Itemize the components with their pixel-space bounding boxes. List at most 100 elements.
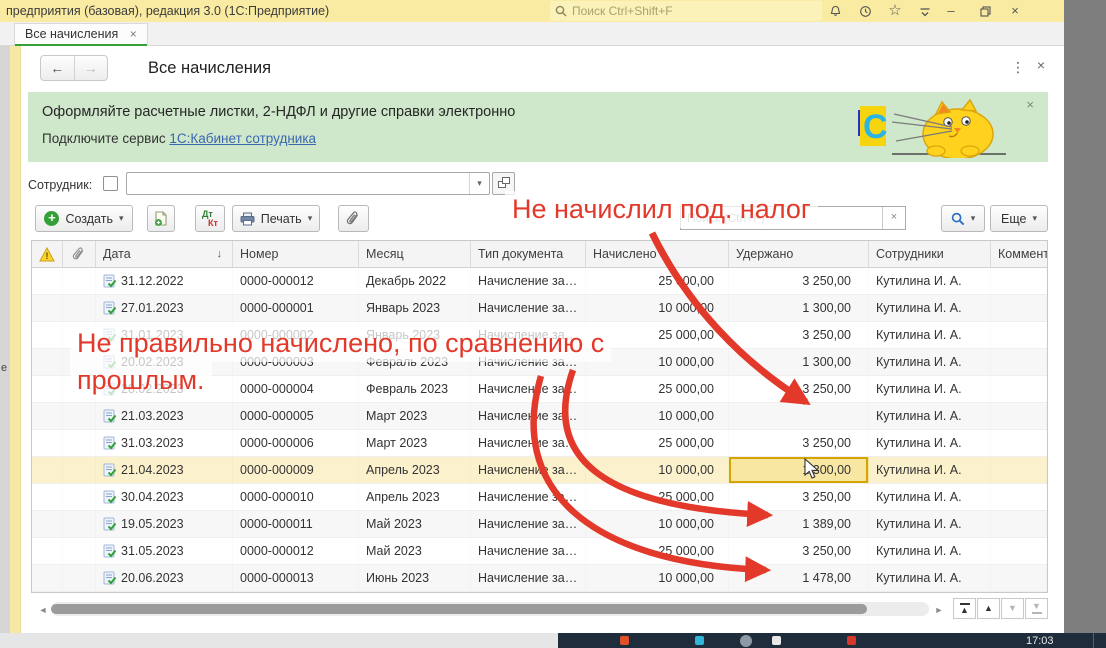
cell-month[interactable]: Февраль 2023 [359, 376, 471, 402]
cell-doc-type[interactable]: Начисление за… [471, 322, 586, 348]
hscroll-thumb[interactable] [51, 604, 867, 614]
cell-number[interactable]: 0000-000004 [233, 376, 359, 402]
cell-comment[interactable] [991, 484, 1047, 510]
cell-date[interactable]: 20.06.2023 [96, 565, 233, 591]
history-clock-icon[interactable] [852, 0, 878, 22]
table-row[interactable]: 20.02.20230000-000003Февраль 2023Начисле… [32, 349, 1047, 376]
cell-withheld[interactable]: 3 250,00 [729, 268, 869, 294]
cell-number[interactable]: 0000-000013 [233, 565, 359, 591]
cell-month[interactable]: Май 2023 [359, 538, 471, 564]
cell-doc-type[interactable]: Начисление за… [471, 511, 586, 537]
cell-month[interactable]: Январь 2023 [359, 322, 471, 348]
cell-employees[interactable]: Кутилина И. А. [869, 565, 991, 591]
clear-search-icon[interactable]: × [882, 207, 905, 229]
cell-employees[interactable]: Кутилина И. А. [869, 403, 991, 429]
table-row[interactable]: 28.02.20230000-000004Февраль 2023Начисле… [32, 376, 1047, 403]
cell-employees[interactable]: Кутилина И. А. [869, 484, 991, 510]
cell-withheld[interactable]: 3 250,00 [729, 376, 869, 402]
table-row[interactable]: 31.05.20230000-000012Май 2023Начисление … [32, 538, 1047, 565]
cell-date[interactable]: 21.03.2023 [96, 403, 233, 429]
cell-doc-type[interactable]: Начисление за… [471, 376, 586, 402]
go-first-button[interactable]: ▲ [953, 598, 976, 619]
header-date[interactable]: Дата↓ [96, 241, 233, 267]
header-number[interactable]: Номер [233, 241, 359, 267]
table-row[interactable]: 31.01.20230000-000002Январь 2023Начислен… [32, 322, 1047, 349]
minimize-icon[interactable]: – [938, 0, 964, 22]
employee-combobox[interactable]: ▾ [126, 172, 490, 195]
header-employees[interactable]: Сотрудники [869, 241, 991, 267]
cell-comment[interactable] [991, 268, 1047, 294]
hscroll-left-arrow[interactable]: ◄ [37, 603, 49, 617]
cell-employees[interactable]: Кутилина И. А. [869, 430, 991, 456]
table-row[interactable]: 27.01.20230000-000001Январь 2023Начислен… [32, 295, 1047, 322]
table-row[interactable]: 21.04.20230000-000009Апрель 2023Начислен… [32, 457, 1047, 484]
cell-doc-type[interactable]: Начисление за… [471, 484, 586, 510]
close-window-icon[interactable]: × [1002, 0, 1028, 22]
cell-number[interactable]: 0000-000001 [233, 295, 359, 321]
cell-accrued[interactable]: 25 000,00 [586, 538, 729, 564]
table-row[interactable]: 21.03.20230000-000005Март 2023Начисление… [32, 403, 1047, 430]
cell-date[interactable]: 30.04.2023 [96, 484, 233, 510]
tab-close-icon[interactable]: × [130, 27, 137, 41]
back-button[interactable]: ← [41, 56, 75, 80]
table-row[interactable]: 19.05.20230000-000011Май 2023Начисление … [32, 511, 1047, 538]
cell-month[interactable]: Июнь 2023 [359, 565, 471, 591]
cell-accrued[interactable]: 25 000,00 [586, 322, 729, 348]
cell-accrued[interactable]: 10 000,00 [586, 403, 729, 429]
cell-number[interactable]: 0000-000010 [233, 484, 359, 510]
more-button[interactable]: Еще ▾ [990, 205, 1048, 232]
table-row[interactable]: 31.03.20230000-000006Март 2023Начисление… [32, 430, 1047, 457]
cell-doc-type[interactable]: Начисление за… [471, 349, 586, 375]
cell-employees[interactable]: Кутилина И. А. [869, 457, 991, 483]
cell-doc-type[interactable]: Начисление за… [471, 457, 586, 483]
collapse-panel-icon[interactable] [912, 0, 938, 22]
cell-date[interactable]: 27.01.2023 [96, 295, 233, 321]
cell-comment[interactable] [991, 565, 1047, 591]
cell-employees[interactable]: Кутилина И. А. [869, 538, 991, 564]
cell-month[interactable]: Апрель 2023 [359, 457, 471, 483]
cell-comment[interactable] [991, 538, 1047, 564]
cell-employees[interactable]: Кутилина И. А. [869, 322, 991, 348]
combobox-dropdown-icon[interactable]: ▾ [469, 173, 489, 194]
cell-date[interactable]: 31.05.2023 [96, 538, 233, 564]
notifications-bell-icon[interactable] [822, 0, 848, 22]
taskbar-icon-3[interactable] [740, 635, 752, 647]
cell-month[interactable]: Апрель 2023 [359, 484, 471, 510]
taskbar-icon-1[interactable] [620, 636, 629, 645]
cell-accrued[interactable]: 10 000,00 [586, 565, 729, 591]
cell-number[interactable]: 0000-000003 [233, 349, 359, 375]
cell-withheld[interactable]: 1 300,00 [729, 349, 869, 375]
hscroll-track[interactable] [51, 602, 929, 616]
cell-month[interactable]: Май 2023 [359, 511, 471, 537]
cell-accrued[interactable]: 25 000,00 [586, 484, 729, 510]
list-search-input[interactable]: Поиск (Ctrl+F) × [680, 206, 906, 230]
cell-comment[interactable] [991, 430, 1047, 456]
cell-month[interactable]: Декабрь 2022 [359, 268, 471, 294]
cell-doc-type[interactable]: Начисление за… [471, 538, 586, 564]
cell-withheld[interactable]: 3 250,00 [729, 322, 869, 348]
cell-comment[interactable] [991, 403, 1047, 429]
go-last-button[interactable]: ▼ [1025, 598, 1048, 619]
cell-date[interactable]: 21.04.2023 [96, 457, 233, 483]
cell-date[interactable]: 28.02.2023 [96, 376, 233, 402]
print-button[interactable]: Печать ▾ [232, 205, 320, 232]
cell-withheld[interactable]: 1 389,00 [729, 511, 869, 537]
cell-accrued[interactable]: 25 000,00 [586, 376, 729, 402]
header-warning-icon[interactable]: ! [32, 241, 63, 267]
cell-accrued[interactable]: 10 000,00 [586, 511, 729, 537]
cell-comment[interactable] [991, 322, 1047, 348]
tab-vse-nachisleniya[interactable]: Все начисления × [14, 23, 148, 46]
banner-close-icon[interactable]: × [1026, 97, 1034, 112]
form-menu-kebab-icon[interactable]: ⋮ [1010, 56, 1026, 78]
cell-date[interactable]: 31.01.2023 [96, 322, 233, 348]
hscroll-right-arrow[interactable]: ► [933, 603, 945, 617]
cell-doc-type[interactable]: Начисление за… [471, 403, 586, 429]
cell-number[interactable]: 0000-000005 [233, 403, 359, 429]
header-month[interactable]: Месяц [359, 241, 471, 267]
header-paperclip-icon[interactable] [63, 241, 96, 267]
form-close-icon[interactable]: × [1033, 57, 1049, 77]
favorites-star-icon[interactable]: ☆ [882, 0, 908, 22]
cell-date[interactable]: 31.12.2022 [96, 268, 233, 294]
cell-number[interactable]: 0000-000012 [233, 268, 359, 294]
cell-accrued[interactable]: 10 000,00 [586, 457, 729, 483]
